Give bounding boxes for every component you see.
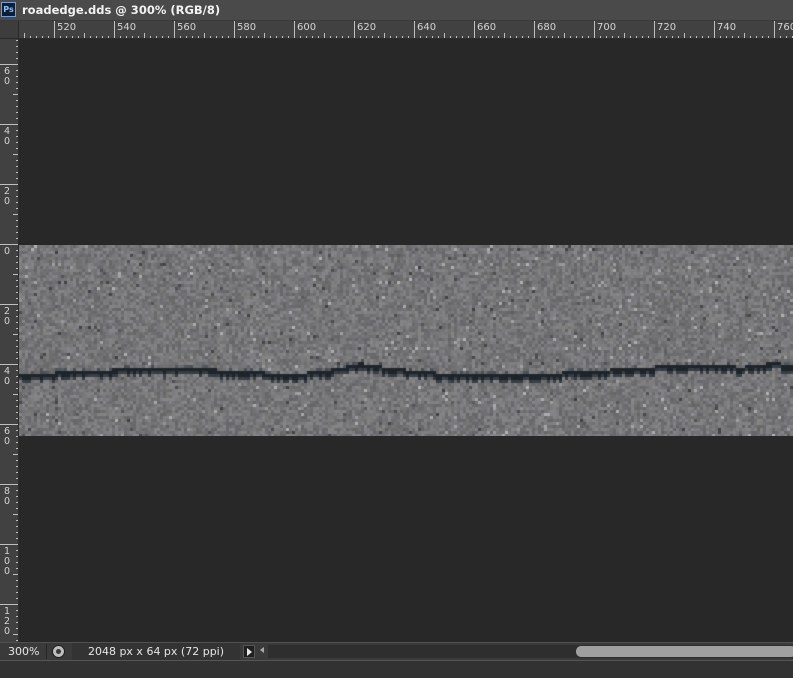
- horizontal-ruler-label: 640: [417, 22, 437, 33]
- document-canvas[interactable]: [19, 39, 793, 642]
- horizontal-ruler-label: 680: [537, 22, 557, 33]
- horizontal-ruler-label: 540: [117, 22, 137, 33]
- horizontal-ruler[interactable]: 520 540 560 580 600 620 640 660 680 700 720 740 760: [19, 21, 793, 39]
- vertical-ruler[interactable]: 60 40 20 0 20 40 60 80 100 120: [0, 39, 19, 642]
- document-info-text[interactable]: 2048 px x 64 px (72 ppi): [72, 643, 240, 660]
- scroll-left-arrow-icon[interactable]: [260, 647, 264, 653]
- horizontal-scrollbar[interactable]: [268, 645, 793, 658]
- document-title: roadedge.dds @ 300% (RGB/8): [22, 3, 221, 17]
- ruler-origin-corner[interactable]: [0, 21, 19, 39]
- vertical-ruler-label: 40: [3, 126, 11, 147]
- vertical-ruler-label: 20: [3, 306, 11, 327]
- status-divider: [46, 644, 47, 659]
- vertical-ruler-label: 80: [3, 486, 11, 507]
- vertical-ruler-label: 60: [3, 66, 11, 87]
- horizontal-scrollbar-thumb[interactable]: [576, 646, 793, 657]
- horizontal-ruler-label: 620: [357, 22, 377, 33]
- vertical-ruler-label: 40: [3, 366, 11, 387]
- horizontal-ruler-label: 600: [297, 22, 317, 33]
- vertical-ruler-label: 20: [3, 186, 11, 207]
- vertical-ruler-label: 60: [3, 426, 11, 447]
- zoom-level-field[interactable]: 300%: [0, 643, 46, 660]
- document-tab[interactable]: Ps roadedge.dds @ 300% (RGB/8): [0, 0, 793, 21]
- status-info-icon[interactable]: [52, 645, 65, 658]
- vertical-ruler-label: 0: [3, 246, 11, 257]
- vertical-ruler-label: 100: [3, 546, 11, 577]
- horizontal-ruler-label: 740: [717, 22, 737, 33]
- vertical-ruler-label: 120: [3, 606, 11, 637]
- horizontal-ruler-label: 760: [777, 22, 793, 33]
- horizontal-ruler-label: 720: [657, 22, 677, 33]
- horizontal-ruler-label: 580: [237, 22, 257, 33]
- photoshop-logo-icon: Ps: [1, 2, 16, 17]
- photoshop-document-window: Ps roadedge.dds @ 300% (RGB/8) 520 540 560…: [0, 0, 793, 678]
- horizontal-ruler-label: 520: [57, 22, 77, 33]
- horizontal-ruler-label: 560: [177, 22, 197, 33]
- panel-dock-strip: [0, 660, 793, 678]
- horizontal-ruler-label: 700: [597, 22, 617, 33]
- horizontal-ruler-label: 660: [477, 22, 497, 33]
- status-menu-arrow-icon[interactable]: [243, 645, 255, 658]
- status-bar: 300% 2048 px x 64 px (72 ppi): [0, 642, 793, 660]
- road-edge-texture-image[interactable]: [19, 245, 793, 436]
